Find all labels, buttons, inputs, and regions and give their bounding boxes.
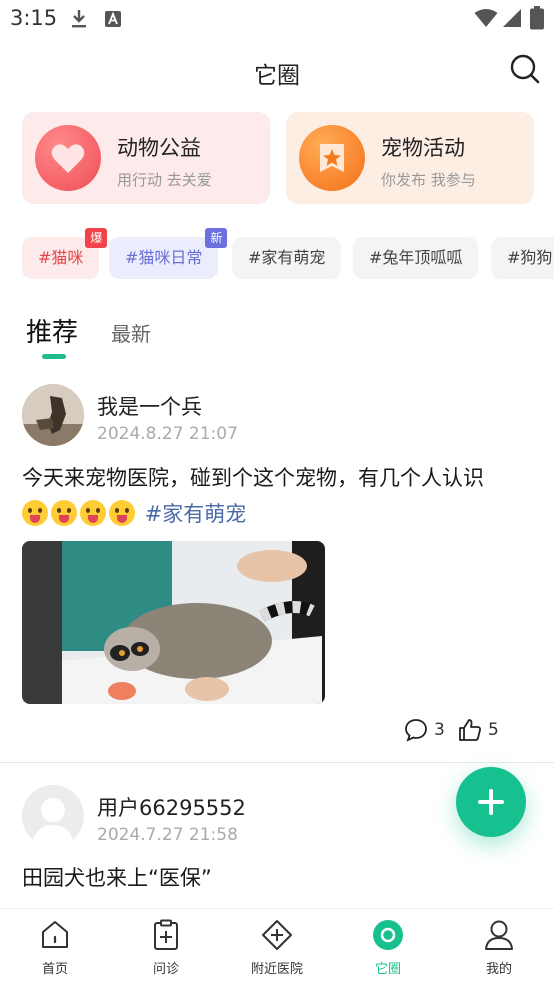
new-badge: 新 xyxy=(205,228,228,248)
tag-cats[interactable]: #猫咪 爆 xyxy=(22,228,108,279)
tag-home-pets[interactable]: #家有萌宠 xyxy=(232,237,342,279)
thumbs-up-icon[interactable] xyxy=(458,718,482,742)
star-card-icon xyxy=(299,125,365,191)
status-bar: 3:15 xyxy=(0,0,554,40)
wifi-icon xyxy=(474,9,498,27)
heart-icon xyxy=(35,125,101,191)
tongue-emoji-icon xyxy=(80,500,106,526)
post-author[interactable]: 用户66295552 xyxy=(97,792,246,822)
post-stats: 3 5 xyxy=(404,718,534,744)
post-time: 2024.8.27 21:07 xyxy=(97,424,238,444)
post-content[interactable]: 田园犬也来上“医保” xyxy=(22,860,537,896)
nav-nearby-hospital[interactable]: 附近医院 xyxy=(222,909,332,984)
nav-label: 首页 xyxy=(41,962,68,977)
battery-icon xyxy=(530,6,544,30)
nav-profile[interactable]: 我的 xyxy=(444,909,554,984)
header: 它圈 xyxy=(0,44,554,96)
nav-label: 我的 xyxy=(485,962,512,977)
tab-indicator xyxy=(42,354,66,359)
nav-label: 附近医院 xyxy=(250,962,303,977)
tag-dogs[interactable]: #狗狗 xyxy=(491,237,554,279)
tongue-emoji-icon xyxy=(22,500,48,526)
animal-charity-card[interactable]: 动物公益 用行动 去关爱 xyxy=(22,112,270,204)
avatar[interactable] xyxy=(22,384,84,446)
like-count: 5 xyxy=(488,720,499,740)
tag-label: #猫咪 xyxy=(38,248,84,267)
bottom-nav: 首页 问诊 附近医院 它圈 我的 xyxy=(0,908,554,984)
page-title: 它圈 xyxy=(254,63,300,89)
post-time: 2024.7.27 21:58 xyxy=(97,825,238,845)
comment-icon[interactable] xyxy=(404,718,428,742)
card-subtitle: 用行动 去关爱 xyxy=(117,171,212,189)
card-title: 动物公益 xyxy=(117,136,201,160)
create-post-button[interactable] xyxy=(456,767,526,837)
tab-latest[interactable]: 最新 xyxy=(111,318,151,347)
tag-label: #兔年顶呱呱 xyxy=(369,248,463,267)
home-icon xyxy=(42,921,68,948)
nav-home[interactable]: 首页 xyxy=(0,909,110,984)
post-topic-link[interactable]: #家有萌宠 xyxy=(145,502,247,526)
comment-count: 3 xyxy=(434,720,445,740)
tag-label: #家有萌宠 xyxy=(248,248,326,267)
card-title: 宠物活动 xyxy=(381,136,465,160)
download-icon xyxy=(72,10,86,28)
pet-activity-card[interactable]: 宠物活动 你发布 我参与 xyxy=(286,112,534,204)
tag-rabbit-year[interactable]: #兔年顶呱呱 xyxy=(353,237,479,279)
avatar[interactable] xyxy=(22,785,84,847)
status-time: 3:15 xyxy=(10,6,58,30)
hospital-icon xyxy=(262,920,292,950)
circle-icon xyxy=(373,920,403,950)
tag-label: #狗狗 xyxy=(507,248,553,267)
nav-consult[interactable]: 问诊 xyxy=(111,909,221,984)
post-text: 今天来宠物医院，碰到个这个宠物，有几个人认识 xyxy=(22,466,484,490)
font-icon xyxy=(105,11,121,27)
user-icon xyxy=(485,920,513,950)
tongue-emoji-icon xyxy=(109,500,135,526)
hot-badge: 爆 xyxy=(85,228,108,248)
nav-circle[interactable]: 它圈 xyxy=(333,909,443,984)
nav-label: 问诊 xyxy=(152,962,179,977)
search-icon xyxy=(510,54,540,84)
post-text: 田园犬也来上“医保” xyxy=(22,866,212,890)
card-subtitle: 你发布 我参与 xyxy=(381,171,476,189)
tag-label: #猫咪日常 xyxy=(125,248,203,267)
post-content[interactable]: 今天来宠物医院，碰到个这个宠物，有几个人认识 #家有萌宠 xyxy=(22,460,537,532)
search-button[interactable] xyxy=(510,54,540,84)
signal-icon xyxy=(503,9,521,27)
nav-label: 它圈 xyxy=(374,962,401,977)
tongue-emoji-icon xyxy=(51,500,77,526)
post-author[interactable]: 我是一个兵 xyxy=(97,391,202,421)
tab-recommended[interactable]: 推荐 xyxy=(26,312,78,349)
post-image[interactable] xyxy=(22,541,325,704)
clipboard-plus-icon xyxy=(154,919,178,950)
tag-cat-daily[interactable]: #猫咪日常 新 xyxy=(109,228,228,279)
post-divider xyxy=(0,762,554,763)
